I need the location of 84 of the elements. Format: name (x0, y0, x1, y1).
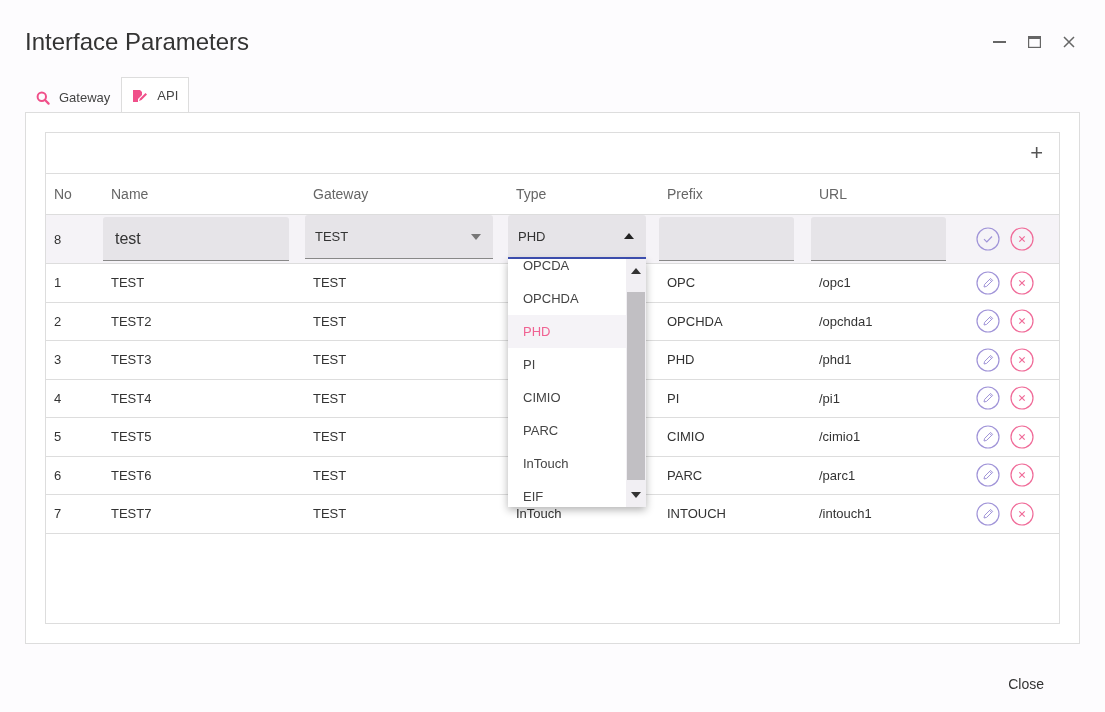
table-cell-text: OPC (666, 275, 697, 291)
maximize-icon[interactable] (1028, 36, 1041, 48)
dropdown-option[interactable]: CIMIO (508, 381, 626, 414)
table-cell-text: 5 (53, 429, 63, 445)
table-cell-text: 4 (53, 390, 63, 406)
table-cell-text: OPCHDA (666, 313, 724, 329)
table-cell-text: TEST (312, 506, 348, 522)
table-cell-text: 3 (53, 352, 63, 368)
column-header: Type (515, 186, 548, 202)
table-cell-text: 2 (53, 313, 63, 329)
pencil-icon[interactable] (976, 501, 1000, 526)
table-cell-text: TEST (312, 390, 348, 406)
column-header: URL (818, 186, 848, 202)
table-cell-text: TEST (110, 275, 146, 291)
column-header: Gateway (312, 186, 370, 202)
table-cell-text: /opchda1 (818, 313, 874, 329)
check-icon[interactable] (976, 227, 1000, 251)
pencil-icon[interactable] (976, 309, 1000, 334)
table-cell-text: TEST (312, 429, 348, 445)
close-button[interactable]: Close (1000, 672, 1052, 696)
delete-icon[interactable] (1010, 347, 1034, 372)
gateway-select[interactable]: TEST (305, 215, 493, 259)
dropdown-option[interactable]: OPCDA (508, 259, 626, 282)
table-cell-text: TEST (312, 313, 348, 329)
type-select[interactable]: PHD (508, 215, 646, 259)
column-header: Prefix (666, 186, 704, 202)
table-cell-text: PHD (666, 352, 696, 368)
pencil-icon[interactable] (976, 270, 1000, 295)
prefix-field[interactable] (659, 217, 794, 261)
table-cell-text: TEST4 (110, 390, 153, 406)
table-cell-text: /intouch1 (818, 506, 873, 522)
delete-icon[interactable] (1010, 501, 1034, 526)
delete-icon[interactable] (1010, 227, 1034, 251)
search-icon (36, 90, 50, 105)
table-cell-text: 1 (53, 275, 63, 291)
table-cell-text: TEST (312, 467, 348, 483)
delete-icon[interactable] (1010, 386, 1034, 411)
pencil-icon[interactable] (976, 463, 1000, 488)
table-cell-text: /cimio1 (818, 429, 862, 445)
table-cell-text: /opc1 (818, 275, 852, 291)
caret-up-icon (624, 233, 634, 239)
table-cell-text: InTouch (515, 506, 563, 522)
delete-icon[interactable] (1010, 309, 1034, 334)
delete-icon[interactable] (1010, 270, 1034, 295)
dropdown-option[interactable]: OPCHDA (508, 282, 626, 315)
document-edit-icon (132, 88, 149, 103)
close-icon[interactable] (1063, 36, 1075, 48)
delete-icon[interactable] (1010, 424, 1034, 449)
table-cell-text: PARC (666, 467, 704, 483)
delete-icon[interactable] (1010, 463, 1034, 488)
column-header: Name (110, 186, 150, 202)
pencil-icon[interactable] (976, 386, 1000, 411)
table-cell-text: CIMIO (666, 429, 706, 445)
column-header: No (53, 186, 73, 202)
caret-down-icon (471, 233, 481, 240)
table-cell-text: TEST3 (110, 352, 153, 368)
dropdown-option[interactable]: PI (508, 348, 626, 381)
table-cell-text: PI (666, 390, 681, 406)
table-cell-text: TEST5 (110, 429, 153, 445)
pencil-icon[interactable] (976, 424, 1000, 449)
tab[interactable]: Gateway (25, 82, 122, 112)
table-cell-text: /pi1 (818, 390, 841, 406)
table-cell-text: TEST2 (110, 313, 153, 329)
table-cell-text: TEST (312, 352, 348, 368)
table-cell-text: /phd1 (818, 352, 853, 368)
table-cell-text: TEST (312, 275, 348, 291)
minimize-icon[interactable] (993, 40, 1006, 44)
dropdown-option[interactable]: InTouch (508, 447, 626, 480)
table-cell-text: TEST7 (110, 506, 153, 522)
tab[interactable]: API (121, 77, 190, 113)
dropdown-option[interactable]: EIF (508, 480, 626, 507)
pencil-icon[interactable] (976, 347, 1000, 372)
scrollbar[interactable] (626, 259, 646, 507)
url-field[interactable] (811, 217, 946, 261)
window-title: Interface Parameters (25, 28, 251, 56)
dropdown-option[interactable]: PARC (508, 414, 626, 447)
table-cell-text: 7 (53, 506, 63, 522)
table-cell-text: 8 (53, 231, 63, 247)
table-cell-text: INTOUCH (666, 506, 727, 522)
table-cell-text: TEST6 (110, 467, 153, 483)
name-field[interactable]: test (103, 217, 289, 261)
add-button[interactable]: + (1026, 140, 1047, 166)
table-cell-text: /parc1 (818, 467, 857, 483)
table-cell-text: 6 (53, 467, 63, 483)
